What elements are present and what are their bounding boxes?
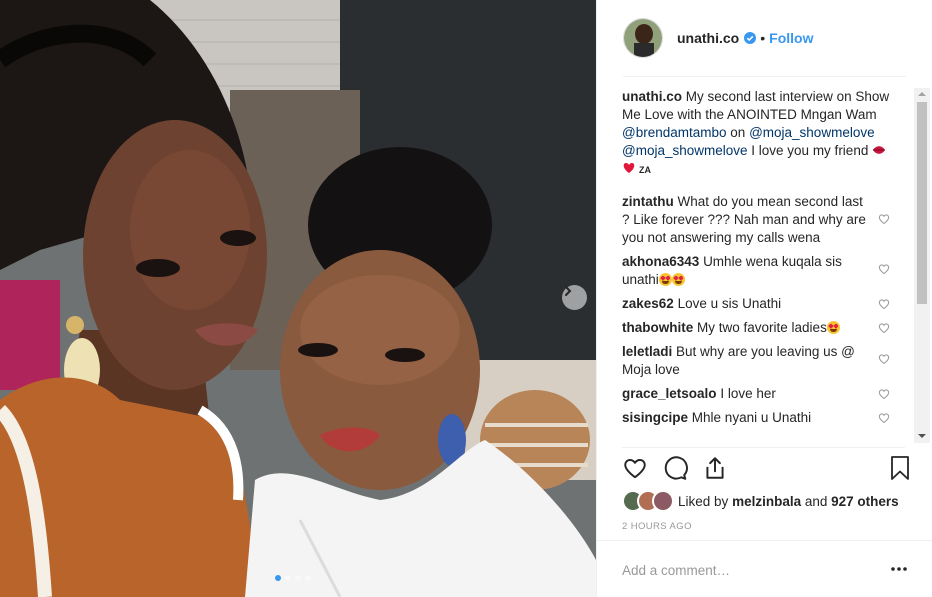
header-separator: •: [760, 30, 766, 46]
comment-text: Love u sis Unathi: [677, 296, 782, 311]
post-caption: unathi.co My second last interview on Sh…: [622, 88, 897, 179]
comment-username[interactable]: thabowhite: [622, 320, 693, 335]
next-photo-button[interactable]: [562, 285, 587, 310]
comment-item: grace_letsoalo I love her: [622, 385, 914, 403]
carousel-dot: [295, 575, 301, 581]
heart-outline-icon[interactable]: [622, 455, 648, 481]
caption-mention[interactable]: @moja_showmelove: [749, 125, 875, 140]
actions-divider: [622, 447, 905, 448]
bookmark-icon[interactable]: [888, 455, 912, 481]
comment-username[interactable]: sisingcipe: [622, 410, 688, 425]
comment-item: thabowhite My two favorite ladies: [622, 319, 914, 337]
comments-scrollbar[interactable]: [914, 88, 930, 443]
chevron-right-icon: [565, 286, 572, 296]
caption-username[interactable]: unathi.co: [622, 89, 682, 104]
comment-username[interactable]: zakes62: [622, 296, 674, 311]
post-actions-bar: [622, 455, 912, 483]
caption-mention[interactable]: @moja_showmelove: [622, 143, 748, 158]
comment-like-heart-icon[interactable]: [878, 298, 890, 310]
verified-badge-icon: [744, 32, 757, 44]
comment-like-heart-icon[interactable]: [878, 213, 890, 225]
caption-text: on: [730, 125, 746, 140]
comment-text: I love her: [720, 386, 776, 401]
flag-za-label: ZA: [639, 165, 651, 175]
avatar[interactable]: [652, 490, 674, 512]
heart-eyes-emoji-icon: [826, 321, 840, 334]
comment-item: akhona6343 Umhle wena kuqala sis unathi: [622, 253, 914, 289]
comment-like-heart-icon[interactable]: [878, 263, 890, 275]
carousel-dot: [305, 575, 311, 581]
comment-like-heart-icon[interactable]: [878, 322, 890, 334]
avatar-image: [624, 19, 662, 57]
likes-count[interactable]: 927 others: [831, 494, 899, 509]
comment-username[interactable]: akhona6343: [622, 254, 699, 269]
liker-avatars: [622, 490, 674, 512]
caption-mention[interactable]: @brendamtambo: [622, 125, 727, 140]
kiss-lips-icon: [873, 146, 886, 154]
comment-username[interactable]: grace_letsoalo: [622, 386, 717, 401]
header-divider: [623, 76, 906, 77]
comment-item: leletladi But why are you leaving us @ M…: [622, 343, 914, 379]
heart-eyes-emoji-icon: [658, 273, 672, 286]
carousel-dot: [285, 575, 291, 581]
post-photo[interactable]: [0, 0, 596, 597]
share-upload-icon[interactable]: [702, 455, 728, 481]
add-comment-input[interactable]: Add a comment…: [622, 563, 730, 578]
likes-summary: Liked by melzinbala and 927 others: [622, 490, 899, 512]
likes-text: Liked by melzinbala and 927 others: [678, 494, 899, 509]
comment-item: zakes62 Love u sis Unathi: [622, 295, 914, 313]
red-heart-icon: [623, 163, 635, 173]
comment-item: sisingcipe Mhle nyani u Unathi: [622, 409, 914, 427]
post-username[interactable]: unathi.co: [677, 30, 739, 46]
avatar[interactable]: [623, 18, 663, 58]
liker-username[interactable]: melzinbala: [732, 494, 801, 509]
post-timestamp[interactable]: 2 HOURS AGO: [622, 521, 692, 532]
comment-username[interactable]: zintathu: [622, 194, 674, 209]
carousel-dot: [275, 575, 281, 581]
carousel-indicator: [275, 575, 311, 581]
selfie-image: [0, 0, 596, 597]
comment-bubble-icon[interactable]: [662, 455, 688, 481]
add-comment-bar: Add a comment…: [596, 540, 932, 597]
scrollbar-thumb[interactable]: [917, 102, 927, 304]
likes-prefix: Liked by: [678, 493, 729, 509]
post-header: unathi.co • Follow: [597, 0, 932, 76]
comment-username[interactable]: leletladi: [622, 344, 672, 359]
comment-like-heart-icon[interactable]: [878, 412, 890, 424]
comment-like-heart-icon[interactable]: [878, 388, 890, 400]
comment-like-heart-icon[interactable]: [878, 353, 890, 365]
comment-text: Mhle nyani u Unathi: [691, 410, 812, 425]
follow-button[interactable]: Follow: [769, 30, 813, 46]
more-horizontal-icon[interactable]: [890, 561, 908, 577]
likes-middle: and: [804, 493, 828, 509]
heart-eyes-emoji-icon: [671, 273, 685, 286]
comments-list: unathi.co My second last interview on Sh…: [622, 88, 914, 443]
caption-text: I love you my friend: [751, 143, 869, 158]
comment-item: zintathu What do you mean second last ? …: [622, 193, 914, 247]
comment-text: My two favorite ladies: [697, 320, 827, 335]
